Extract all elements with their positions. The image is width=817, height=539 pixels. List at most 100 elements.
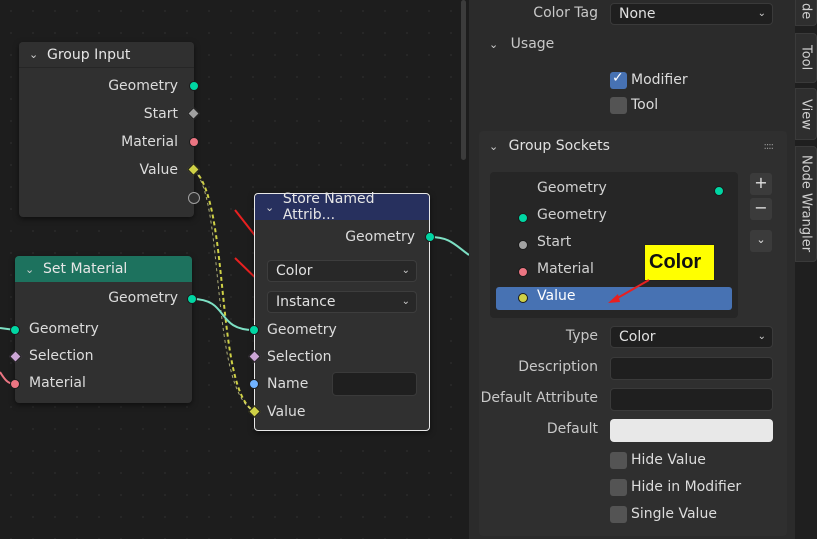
set-material-title: Set Material — [43, 261, 128, 277]
socket-label: Selection — [29, 348, 94, 364]
material-output-socket[interactable] — [189, 137, 199, 147]
color-tag-value: None — [619, 6, 656, 22]
socket-label: Value — [139, 162, 178, 178]
geometry-output-socket[interactable] — [187, 294, 197, 304]
socket-label: Value — [267, 404, 306, 420]
color-tag-label: Color Tag — [533, 5, 598, 21]
store-named-header[interactable]: ⌄ Store Named Attrib... — [255, 191, 429, 223]
group-input-node[interactable]: ⌄ Group Input Geometry Start Material Va… — [19, 42, 194, 217]
name-input-socket[interactable] — [249, 379, 259, 389]
link-value-to-value — [193, 169, 255, 412]
socket-label: Name — [267, 376, 309, 392]
material-input-socket[interactable] — [10, 379, 20, 389]
color-tag-dropdown[interactable]: None ⌄ — [610, 3, 773, 25]
geometry-socket-icon — [714, 186, 724, 196]
group-sockets-header[interactable]: ⌄ Group Sockets — [489, 138, 610, 154]
chevron-down-icon: ⌄ — [489, 140, 499, 153]
chevron-down-icon: ⌄ — [401, 296, 410, 307]
tab-tool[interactable]: Tool — [795, 33, 817, 83]
data-type-value: Color — [276, 263, 313, 279]
remove-socket-button[interactable]: − — [750, 198, 772, 220]
socket-label: Geometry — [345, 229, 415, 245]
drag-handle-icon[interactable]: :::: — [764, 141, 775, 152]
tool-checkbox[interactable] — [610, 97, 627, 114]
tab-node-wrangler[interactable]: Node Wrangler — [795, 146, 817, 262]
geometry-socket-icon — [518, 213, 528, 223]
geometry-input-socket[interactable] — [249, 325, 259, 335]
type-label: Type — [565, 328, 598, 344]
group-sockets-label: Group Sockets — [508, 138, 610, 154]
link-geometry-to-geometry — [191, 298, 255, 331]
editor-scrollbar[interactable] — [461, 0, 466, 160]
link-geometry-out — [429, 236, 469, 256]
type-dropdown[interactable]: Color ⌄ — [610, 326, 773, 348]
modifier-checkbox[interactable] — [610, 70, 627, 89]
chevron-down-icon[interactable]: ⌄ — [265, 201, 277, 214]
socket-label: Selection — [267, 349, 332, 365]
name-field[interactable] — [332, 372, 417, 396]
socket-list-item[interactable]: Start — [537, 234, 571, 250]
chevron-down-icon: ⌄ — [401, 265, 410, 276]
tab-view[interactable]: View — [795, 88, 817, 140]
chevron-down-icon: ⌄ — [757, 8, 766, 19]
set-material-node[interactable]: ⌄ Set Material Geometry Geometry Selecti… — [15, 256, 192, 403]
group-input-header[interactable]: ⌄ Group Input — [19, 42, 194, 68]
type-value: Color — [619, 329, 656, 345]
default-label: Default — [546, 421, 598, 437]
chevron-down-icon: ⌄ — [757, 331, 766, 342]
hide-value-label: Hide Value — [631, 452, 706, 468]
node-editor[interactable]: ⌄ Group Input Geometry Start Material Va… — [0, 0, 469, 539]
empty-output-socket[interactable] — [188, 192, 200, 204]
annotation-arrow-3 — [608, 279, 650, 303]
geometry-output-socket[interactable] — [189, 81, 199, 91]
set-material-header[interactable]: ⌄ Set Material — [15, 256, 192, 282]
group-input-title: Group Input — [47, 46, 131, 63]
add-socket-button[interactable]: + — [750, 173, 772, 195]
chevron-down-icon: ⌄ — [489, 38, 499, 51]
hide-in-modifier-checkbox[interactable] — [610, 479, 627, 496]
socket-specials-menu-button[interactable]: ⌄ — [750, 230, 772, 252]
data-type-dropdown[interactable]: Color ⌄ — [267, 260, 417, 282]
description-label: Description — [518, 359, 598, 375]
tool-label: Tool — [631, 97, 659, 113]
domain-dropdown[interactable]: Instance ⌄ — [267, 291, 417, 313]
chevron-down-icon[interactable]: ⌄ — [29, 48, 41, 61]
socket-label: Material — [121, 134, 178, 150]
properties-panel: Color Tag None ⌄ ⌄ Usage Modifier Tool ⌄… — [469, 0, 795, 539]
socket-list-item-label: Value — [537, 288, 576, 304]
hide-value-checkbox[interactable] — [610, 452, 627, 469]
geometry-output-socket[interactable] — [425, 232, 435, 242]
default-attribute-label: Default Attribute — [480, 390, 598, 406]
value-socket-icon — [518, 293, 528, 303]
description-field[interactable] — [610, 357, 773, 380]
usage-panel-header[interactable]: ⌄ Usage — [489, 36, 554, 52]
domain-value: Instance — [276, 294, 336, 310]
default-color-swatch[interactable] — [610, 419, 773, 442]
socket-label: Geometry — [29, 321, 99, 337]
chevron-down-icon[interactable]: ⌄ — [25, 263, 37, 276]
socket-list-item[interactable]: Geometry — [537, 207, 607, 223]
hide-in-modifier-label: Hide in Modifier — [631, 479, 742, 495]
store-named-attribute-node[interactable]: ⌄ Store Named Attrib... Geometry Color ⌄… — [254, 191, 430, 431]
material-socket-icon — [518, 267, 528, 277]
socket-list-item[interactable]: Geometry — [537, 180, 607, 196]
single-value-label: Single Value — [631, 506, 717, 522]
sidebar-tabs: de Tool View Node Wrangler — [795, 0, 817, 539]
default-attribute-field[interactable] — [610, 388, 773, 411]
socket-label: Material — [29, 375, 86, 391]
link-value-to-value-2 — [193, 169, 255, 412]
socket-list-item[interactable]: Material — [537, 261, 594, 277]
socket-label: Start — [143, 106, 178, 122]
tab-de[interactable]: de — [795, 0, 817, 26]
store-named-title: Store Named Attrib... — [282, 191, 375, 223]
socket-label: Geometry — [108, 290, 178, 306]
usage-label: Usage — [510, 36, 555, 52]
float-socket-icon — [518, 240, 528, 250]
group-sockets-panel: ⌄ Group Sockets :::: Geometry Geometry S… — [479, 131, 787, 536]
socket-label: Geometry — [267, 322, 337, 338]
single-value-checkbox[interactable] — [610, 506, 627, 523]
geometry-input-socket[interactable] — [10, 325, 20, 335]
modifier-label: Modifier — [631, 72, 688, 88]
socket-label: Geometry — [108, 78, 178, 94]
annotation-callout-text: Color — [649, 251, 702, 273]
